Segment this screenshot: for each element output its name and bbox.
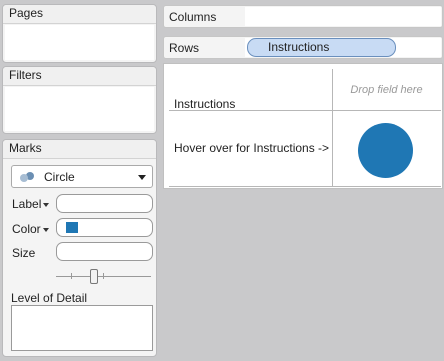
label-button-text: Label xyxy=(12,197,42,211)
row-header-instructions: Instructions xyxy=(174,97,236,111)
caret-down-icon xyxy=(42,227,49,232)
slider-tick xyxy=(103,273,104,279)
columns-shelf: Columns xyxy=(163,5,443,28)
rows-label: Rows xyxy=(169,41,200,55)
marks-card: Marks Circle Label Color Size Level of D… xyxy=(2,139,157,357)
pages-drop-area[interactable] xyxy=(5,25,154,60)
pages-card: Pages xyxy=(2,4,157,63)
view-area: Instructions Drop field here Hover over … xyxy=(163,63,443,189)
columns-drop-area[interactable] xyxy=(245,7,441,26)
label-button[interactable]: Label xyxy=(12,197,50,211)
marks-title: Marks xyxy=(3,140,156,159)
pages-title: Pages xyxy=(3,5,156,24)
grid-divider xyxy=(169,186,441,187)
caret-down-icon xyxy=(43,202,50,207)
mark-type-dropdown[interactable]: Circle xyxy=(11,165,153,188)
color-swatch xyxy=(66,222,78,233)
color-button[interactable]: Color xyxy=(12,222,49,236)
color-button-text: Color xyxy=(12,222,41,236)
drop-field-hint[interactable]: Drop field here xyxy=(332,84,441,96)
size-button-text: Size xyxy=(12,246,36,260)
rows-shelf: Rows Instructions xyxy=(163,36,443,59)
label-field[interactable] xyxy=(56,194,153,213)
instructions-pill[interactable]: Instructions xyxy=(247,38,396,57)
chevron-down-icon xyxy=(138,175,146,180)
level-of-detail-drop-area[interactable] xyxy=(11,305,153,351)
size-button[interactable]: Size xyxy=(12,246,35,260)
size-slider-thumb[interactable] xyxy=(90,269,98,284)
filters-card: Filters xyxy=(2,66,157,134)
size-field[interactable] xyxy=(56,242,153,261)
filters-title: Filters xyxy=(3,67,156,86)
level-of-detail-label: Level of Detail xyxy=(11,291,88,305)
circle-marks-icon xyxy=(20,172,34,182)
circle-mark[interactable] xyxy=(358,123,413,178)
columns-label: Columns xyxy=(169,10,217,24)
row-value-text[interactable]: Hover over for Instructions -> xyxy=(174,141,329,155)
filters-drop-area[interactable] xyxy=(5,87,154,131)
mark-type-label: Circle xyxy=(44,170,75,184)
slider-tick xyxy=(71,273,72,279)
color-field[interactable] xyxy=(56,218,153,237)
